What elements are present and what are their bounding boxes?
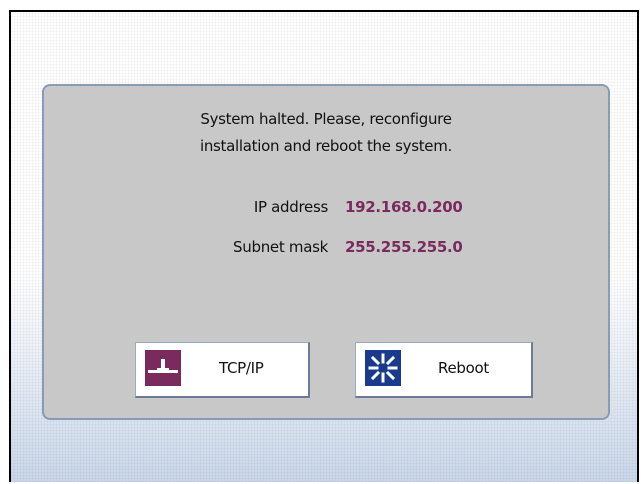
tcpip-button-label: TCP/IP <box>219 359 264 377</box>
reboot-button-label: Reboot <box>438 359 489 377</box>
screen: System halted. Please, reconfigure insta… <box>9 10 639 482</box>
tcpip-button[interactable]: TCP/IP <box>135 342 310 398</box>
ip-address-row: IP address 192.168.0.200 <box>44 198 608 222</box>
reboot-icon <box>365 350 401 386</box>
halt-message: System halted. Please, reconfigure insta… <box>44 106 608 160</box>
subnet-mask-row: Subnet mask 255.255.255.0 <box>44 238 608 262</box>
subnet-mask-value: 255.255.255.0 <box>345 238 463 256</box>
subnet-mask-label: Subnet mask <box>233 238 328 256</box>
halt-message-line-2: installation and reboot the system. <box>199 137 453 155</box>
ip-address-label: IP address <box>253 198 328 216</box>
network-connection-icon <box>145 350 181 386</box>
ip-address-value: 192.168.0.200 <box>345 198 463 216</box>
reboot-button[interactable]: Reboot <box>355 342 533 398</box>
halt-message-line-1: System halted. Please, reconfigure <box>200 110 452 128</box>
system-halted-dialog: System halted. Please, reconfigure insta… <box>42 84 610 420</box>
